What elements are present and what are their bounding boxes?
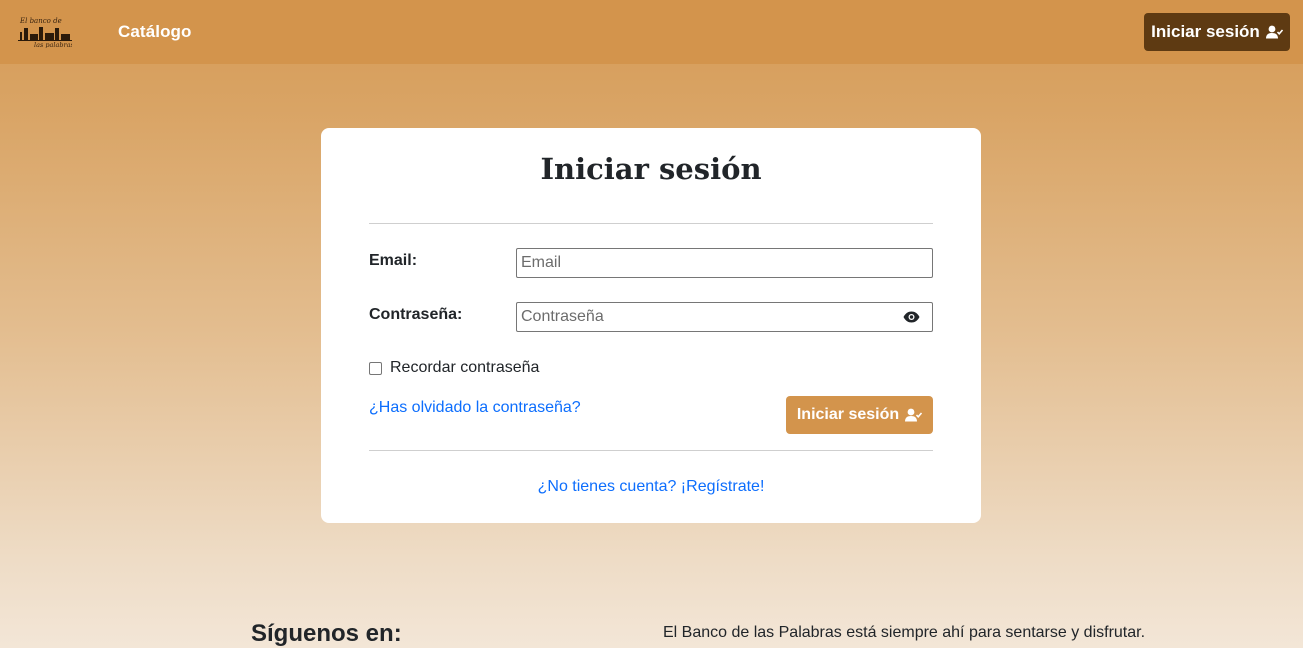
user-check-icon <box>905 408 923 422</box>
login-card: Iniciar sesión Email: Contraseña: Record… <box>321 128 981 523</box>
login-submit-label: Iniciar sesión <box>796 406 900 423</box>
bottom-divider <box>369 450 933 451</box>
login-title: Iniciar sesión <box>540 152 762 186</box>
eye-icon[interactable] <box>900 308 922 326</box>
email-field[interactable] <box>516 248 933 278</box>
password-field[interactable] <box>516 302 933 332</box>
remember-row: Recordar contraseña <box>369 359 539 377</box>
follow-us-title: Síguenos en: <box>251 620 402 647</box>
nav-login-button[interactable]: Iniciar sesión <box>1144 13 1290 51</box>
navbar: El banco de las palabras Catálogo Inicia… <box>0 0 1303 64</box>
password-label: Contraseña: <box>369 306 463 323</box>
remember-label[interactable]: Recordar contraseña <box>390 359 539 377</box>
remember-checkbox[interactable] <box>369 361 382 375</box>
nav-catalog-link[interactable]: Catálogo <box>118 22 192 42</box>
login-submit-button[interactable]: Iniciar sesión <box>786 396 933 434</box>
logo-image: El banco de las palabras <box>18 17 74 49</box>
site-logo[interactable]: El banco de las palabras <box>18 14 74 49</box>
svg-text:El banco de: El banco de <box>19 17 62 25</box>
forgot-password-link[interactable]: ¿Has olvidado la contraseña? <box>369 399 581 417</box>
email-label: Email: <box>369 252 418 269</box>
footer-tagline: El Banco de las Palabras está siempre ah… <box>663 624 1146 641</box>
nav-login-label: Iniciar sesión <box>1151 22 1260 41</box>
user-check-icon <box>1265 25 1283 39</box>
svg-text:las palabras: las palabras <box>34 41 72 48</box>
top-divider <box>369 223 933 224</box>
register-link[interactable]: ¿No tienes cuenta? ¡Regístrate! <box>321 478 981 496</box>
